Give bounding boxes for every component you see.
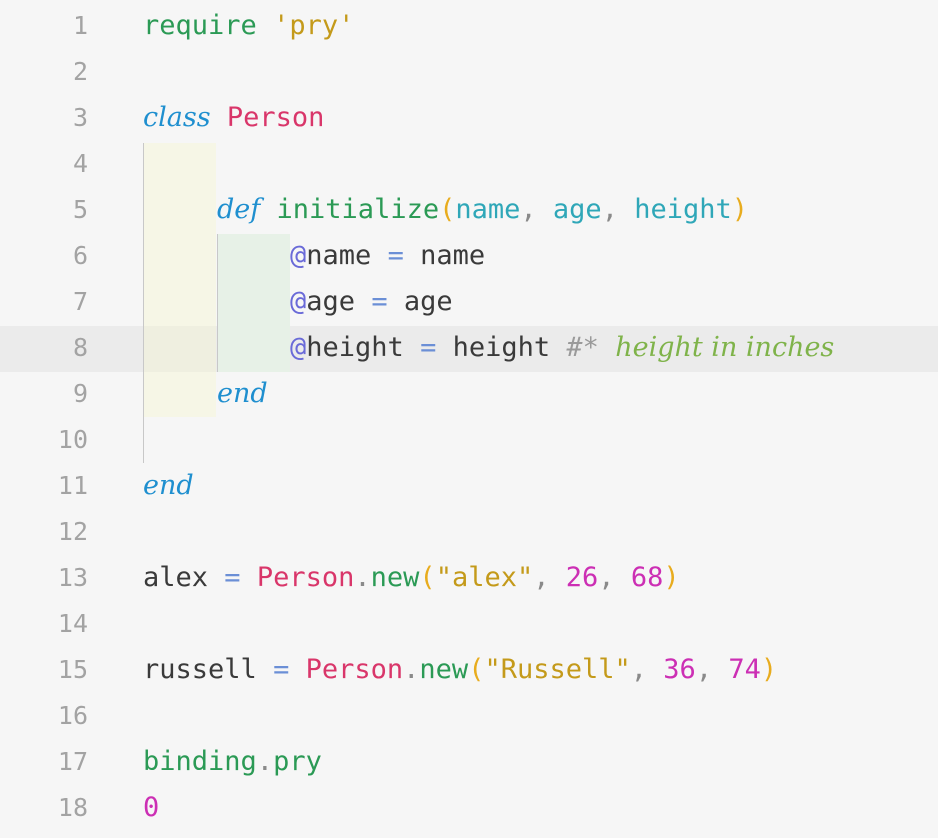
- paren: ): [760, 654, 778, 685]
- paren: ): [663, 562, 680, 593]
- code-editor[interactable]: 1 2 3 4 5 6 7 8 9 10 11 12 13 14 15 16 1…: [0, 0, 938, 838]
- ivar-name: height: [306, 332, 404, 363]
- comma: ,: [630, 654, 648, 685]
- indent-highlight-class-body-overlay: [143, 326, 216, 372]
- ivar-sigil: @: [290, 240, 307, 271]
- assign-operator: =: [224, 562, 241, 593]
- indent-highlight-class-body: [143, 143, 216, 417]
- comma: ,: [601, 194, 618, 225]
- parameter: age: [552, 194, 602, 225]
- string-literal: "alex": [435, 562, 534, 593]
- line-number: 8: [72, 333, 88, 362]
- line-number: 6: [72, 241, 88, 270]
- string-literal: "Russell": [484, 654, 631, 685]
- line-number: 16: [57, 701, 88, 730]
- line-number: 3: [72, 103, 88, 132]
- code-line-8[interactable]: @height = height #* height in inches: [290, 325, 834, 371]
- method-call: pry: [273, 746, 322, 777]
- identifier: russell: [143, 654, 257, 685]
- code-line-13[interactable]: alex = Person.new("alex", 26, 68): [143, 555, 680, 601]
- keyword-def: def: [217, 194, 261, 225]
- parameter: name: [455, 194, 521, 225]
- indent-highlight-method-body: [218, 234, 290, 372]
- line-number: 10: [57, 425, 88, 454]
- identifier: alex: [143, 562, 209, 593]
- ivar-sigil: @: [290, 332, 307, 363]
- line-number: 11: [57, 471, 88, 500]
- comma: ,: [695, 654, 713, 685]
- ivar-sigil: @: [290, 286, 307, 317]
- line-number: 14: [57, 609, 88, 638]
- keyword-end: end: [143, 470, 194, 501]
- dot: .: [256, 746, 274, 777]
- keyword-class: class: [143, 102, 211, 133]
- code-line-1[interactable]: require 'pry': [143, 3, 354, 49]
- paren: (: [419, 562, 436, 593]
- class-name: Person: [226, 102, 325, 133]
- parameter: height: [634, 194, 732, 225]
- indent-guide-class: [143, 143, 144, 463]
- line-number: 7: [72, 287, 88, 316]
- line-number: 5: [72, 195, 88, 224]
- keyword-require: require: [143, 10, 257, 41]
- dot: .: [403, 654, 420, 685]
- line-number: 9: [72, 379, 88, 408]
- ivar-name: age: [306, 286, 356, 317]
- line-number: 13: [57, 563, 88, 592]
- code-line-6[interactable]: @name = name: [290, 233, 485, 279]
- number-literal: 26: [565, 562, 599, 593]
- class-name: Person: [256, 562, 355, 593]
- ivar-name: name: [306, 240, 372, 271]
- identifier: height: [452, 332, 551, 363]
- line-number: 12: [57, 517, 88, 546]
- paren: (: [439, 194, 456, 225]
- number-literal: 36: [663, 654, 696, 685]
- code-line-3[interactable]: class Person: [143, 95, 324, 141]
- line-number: 1: [72, 11, 88, 40]
- number-literal: 68: [630, 562, 664, 593]
- code-line-7[interactable]: @age = age: [290, 279, 453, 325]
- method-name: initialize: [276, 194, 440, 225]
- identifier: age: [403, 286, 453, 317]
- code-line-15[interactable]: russell = Person.new("Russell", 36, 74): [143, 647, 777, 693]
- comment-marker: #*: [566, 332, 599, 363]
- keyword-end: end: [217, 378, 268, 409]
- paren: ): [731, 194, 749, 225]
- comma: ,: [533, 562, 550, 593]
- assign-operator: =: [273, 654, 290, 685]
- comma: ,: [520, 194, 537, 225]
- comment-text: height in inches: [615, 332, 835, 363]
- string-literal: 'pry': [273, 10, 355, 41]
- line-number: 17: [57, 747, 88, 776]
- assign-operator: =: [387, 240, 404, 271]
- line-number: 4: [72, 149, 88, 178]
- code-line-17[interactable]: binding.pry: [143, 739, 322, 785]
- code-line-11[interactable]: end: [143, 463, 194, 509]
- code-line-9[interactable]: end: [217, 371, 268, 417]
- method-call: new: [419, 654, 469, 685]
- class-name: Person: [305, 654, 404, 685]
- line-number: 15: [57, 655, 88, 684]
- number-literal: 0: [143, 792, 160, 823]
- identifier: name: [420, 240, 486, 271]
- dot: .: [354, 562, 371, 593]
- line-number: 2: [72, 57, 88, 86]
- line-number: 18: [57, 793, 88, 822]
- paren: (: [468, 654, 485, 685]
- code-line-5[interactable]: def initialize(name, age, height): [217, 187, 748, 233]
- indent-guide-method: [217, 234, 218, 372]
- comma: ,: [598, 562, 615, 593]
- number-literal: 74: [728, 654, 761, 685]
- assign-operator: =: [420, 332, 437, 363]
- identifier: binding: [143, 746, 257, 777]
- method-call: new: [370, 562, 420, 593]
- assign-operator: =: [371, 286, 388, 317]
- code-line-18[interactable]: 0: [143, 785, 159, 831]
